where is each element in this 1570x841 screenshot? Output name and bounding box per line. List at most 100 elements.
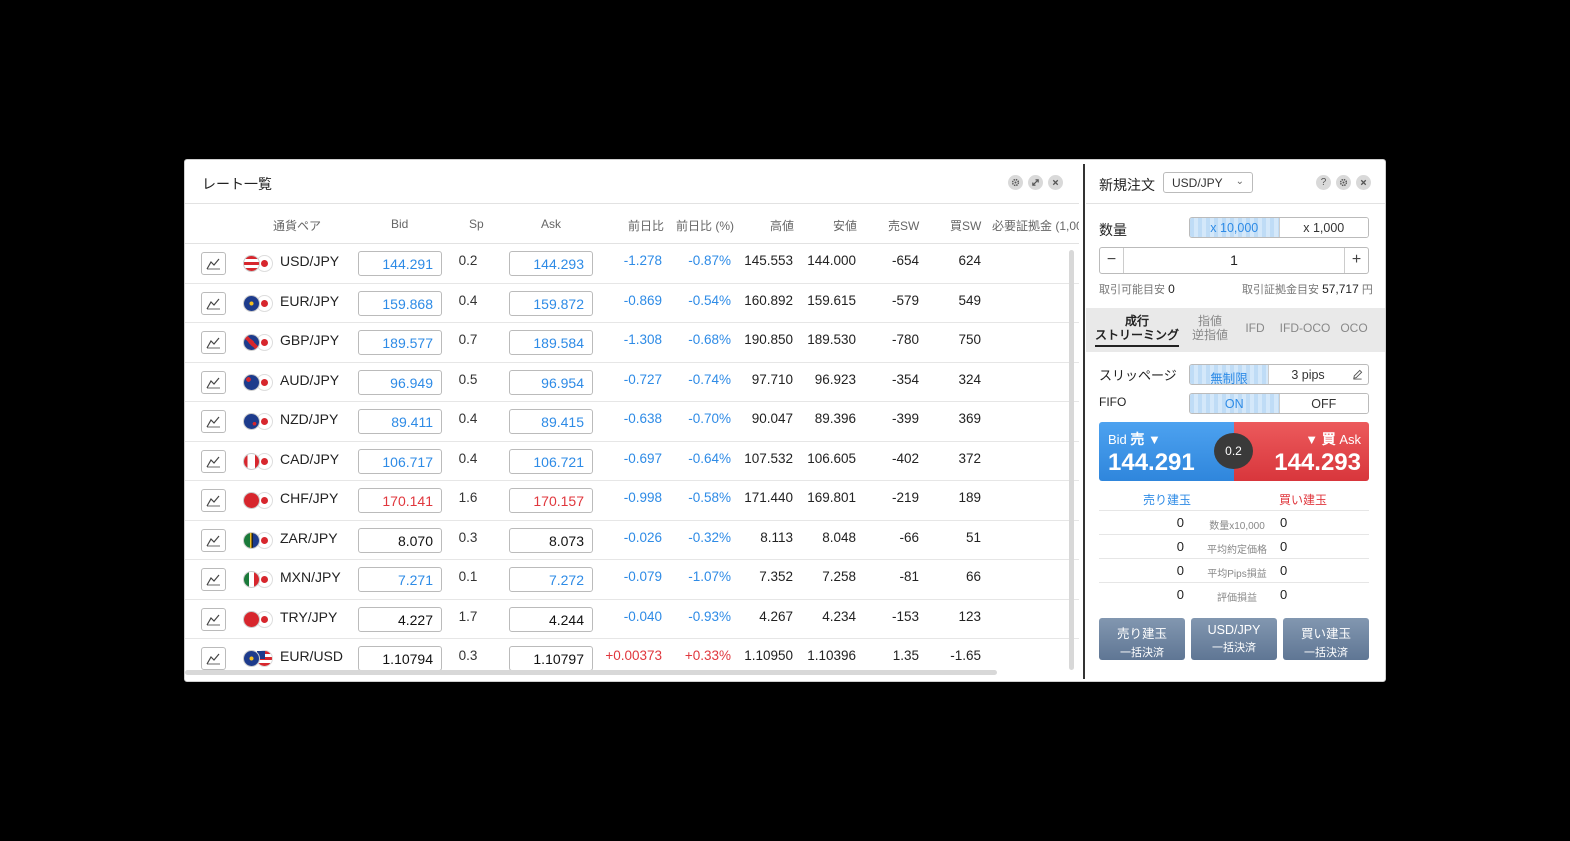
rate-list-title: レート一覧: [202, 176, 272, 192]
ask-label: Ask: [1339, 432, 1361, 447]
table-row: NZD/JPY 89.411 0.4 89.415 -0.638 -0.70% …: [185, 402, 1079, 442]
ask-price-button[interactable]: 159.872: [509, 290, 593, 316]
fifo-off-option[interactable]: OFF: [1278, 394, 1368, 413]
slippage-unlimited-option[interactable]: 無制限: [1190, 365, 1268, 384]
fifo-on-option[interactable]: ON: [1190, 394, 1279, 413]
increment-button[interactable]: +: [1344, 248, 1368, 273]
change-pct-value: -0.93%: [688, 608, 731, 624]
low-value: 8.048: [822, 529, 856, 545]
ask-price-button[interactable]: 4.244: [509, 606, 593, 632]
low-value: 169.801: [807, 490, 856, 505]
col-sell-sw: 売SW: [888, 219, 920, 233]
chart-icon[interactable]: [201, 489, 226, 512]
tab-limit-stop[interactable]: 指値 逆指値: [1188, 314, 1232, 342]
chart-icon[interactable]: [201, 291, 226, 315]
help-icon[interactable]: ?: [1316, 175, 1331, 190]
vertical-scrollbar[interactable]: [1069, 250, 1074, 670]
triangle-down-icon: ▼: [1148, 432, 1161, 447]
high-value: 97.710: [751, 371, 793, 387]
low-value: 7.258: [822, 569, 856, 584]
table-row: AUD/JPY 96.949 0.5 96.954 -0.727 -0.74% …: [185, 363, 1079, 402]
slippage-pips-option[interactable]: 3 pips: [1268, 365, 1347, 384]
bid-price-button[interactable]: 144.291: [358, 251, 442, 276]
col-high: 高値: [770, 219, 795, 233]
pair-select[interactable]: USD/JPY ⌄: [1163, 172, 1253, 193]
chart-icon[interactable]: [201, 647, 226, 670]
pair-name: NZD/JPY: [280, 411, 339, 427]
currency-flags-icon: [243, 531, 273, 549]
chart-icon[interactable]: [201, 410, 226, 433]
bid-price-button[interactable]: 170.141: [358, 488, 442, 513]
chart-icon[interactable]: [201, 568, 226, 591]
table-row: CAD/JPY 106.717 0.4 106.721 -0.697 -0.64…: [185, 442, 1079, 481]
pair-name: CHF/JPY: [280, 490, 339, 506]
tab-market-streaming[interactable]: 成行 ストリーミング: [1095, 314, 1179, 347]
bid-price-button[interactable]: 96.949: [358, 369, 442, 395]
chart-icon[interactable]: [201, 528, 226, 552]
pair-name: GBP/JPY: [280, 332, 340, 348]
change-pct-value: -0.32%: [688, 529, 731, 545]
sell-button-label: Bid 売 ▼: [1108, 429, 1161, 449]
close-icon[interactable]: [1048, 175, 1063, 190]
gear-icon[interactable]: [1336, 175, 1351, 190]
chart-icon[interactable]: [201, 370, 226, 394]
sell-position-header: 売り建玉: [1143, 493, 1192, 507]
bid-price-button[interactable]: 7.271: [358, 567, 442, 592]
chart-icon[interactable]: [201, 449, 226, 473]
change-value: -0.998: [623, 490, 662, 505]
high-value: 7.352: [759, 569, 793, 584]
sell-value: 0: [1176, 539, 1184, 554]
tab-ifd[interactable]: IFD: [1241, 321, 1269, 335]
tab-ifd-oco[interactable]: IFD-OCO: [1278, 321, 1332, 335]
quantity-input[interactable]: 1: [1124, 252, 1344, 268]
panel-divider[interactable]: [1083, 164, 1085, 679]
pencil-icon[interactable]: [1347, 364, 1369, 385]
spread-value: 0.3: [458, 529, 478, 545]
unit-10000-option[interactable]: x 10,000: [1190, 218, 1279, 237]
decrement-button[interactable]: −: [1100, 248, 1124, 273]
order-type-tabs: 成行 ストリーミング 指値 逆指値 IFD IFD-OCO OCO: [1086, 308, 1385, 352]
bid-price-button[interactable]: 4.227: [358, 606, 442, 632]
tab-oco[interactable]: OCO: [1337, 321, 1371, 335]
position-metric-label: 平均約定価格: [1207, 545, 1267, 556]
spread-value: 0.4: [458, 450, 478, 466]
ask-price-button[interactable]: 144.293: [509, 251, 593, 276]
ask-price-button[interactable]: 7.272: [509, 567, 593, 592]
high-value: 1.10950: [744, 648, 793, 663]
unit-1000-option[interactable]: x 1,000: [1278, 218, 1368, 237]
chart-icon[interactable]: [201, 252, 226, 275]
buy-position-header: 買い建玉: [1279, 493, 1328, 507]
horizontal-scrollbar[interactable]: [185, 670, 997, 675]
close-all-sell-button[interactable]: 売り建玉 一括決済: [1099, 618, 1185, 660]
ask-price-button[interactable]: 189.584: [509, 330, 593, 355]
expand-icon[interactable]: [1028, 175, 1043, 190]
order-title: 新規注文: [1099, 177, 1155, 193]
chart-icon[interactable]: [201, 607, 226, 631]
change-value: -0.079: [623, 569, 662, 584]
close-all-pair-button[interactable]: USD/JPY 一括決済: [1191, 618, 1277, 660]
bid-price-button[interactable]: 159.868: [358, 290, 442, 316]
bid-price-button[interactable]: 8.070: [358, 527, 442, 553]
bid-price-button[interactable]: 1.10794: [358, 646, 442, 670]
ask-price-button[interactable]: 89.415: [509, 409, 593, 434]
change-pct-value: -0.54%: [688, 292, 731, 308]
ask-price-button[interactable]: 106.721: [509, 448, 593, 474]
bid-price-button[interactable]: 89.411: [358, 409, 442, 434]
bid-price-button[interactable]: 189.577: [358, 330, 442, 355]
gear-icon[interactable]: [1008, 175, 1023, 190]
position-metric-label: 評価損益: [1217, 593, 1257, 604]
buy-value: 0: [1280, 587, 1288, 602]
chart-icon[interactable]: [201, 331, 226, 354]
buy-button[interactable]: ▼ 買 Ask 144.293: [1234, 422, 1369, 481]
ask-price-button[interactable]: 1.10797: [509, 646, 593, 670]
ask-price-button[interactable]: 96.954: [509, 369, 593, 395]
ask-price-button[interactable]: 8.073: [509, 527, 593, 553]
low-value: 189.530: [807, 332, 856, 347]
bid-price-button[interactable]: 106.717: [358, 448, 442, 474]
ask-price-button[interactable]: 170.157: [509, 488, 593, 513]
close-icon[interactable]: [1356, 175, 1371, 190]
buy-swap-value: 123: [958, 608, 981, 624]
close-all-buy-button[interactable]: 買い建玉 一括決済: [1283, 618, 1369, 660]
spread-value: 0.1: [458, 569, 478, 584]
change-pct-value: -0.70%: [688, 411, 731, 426]
